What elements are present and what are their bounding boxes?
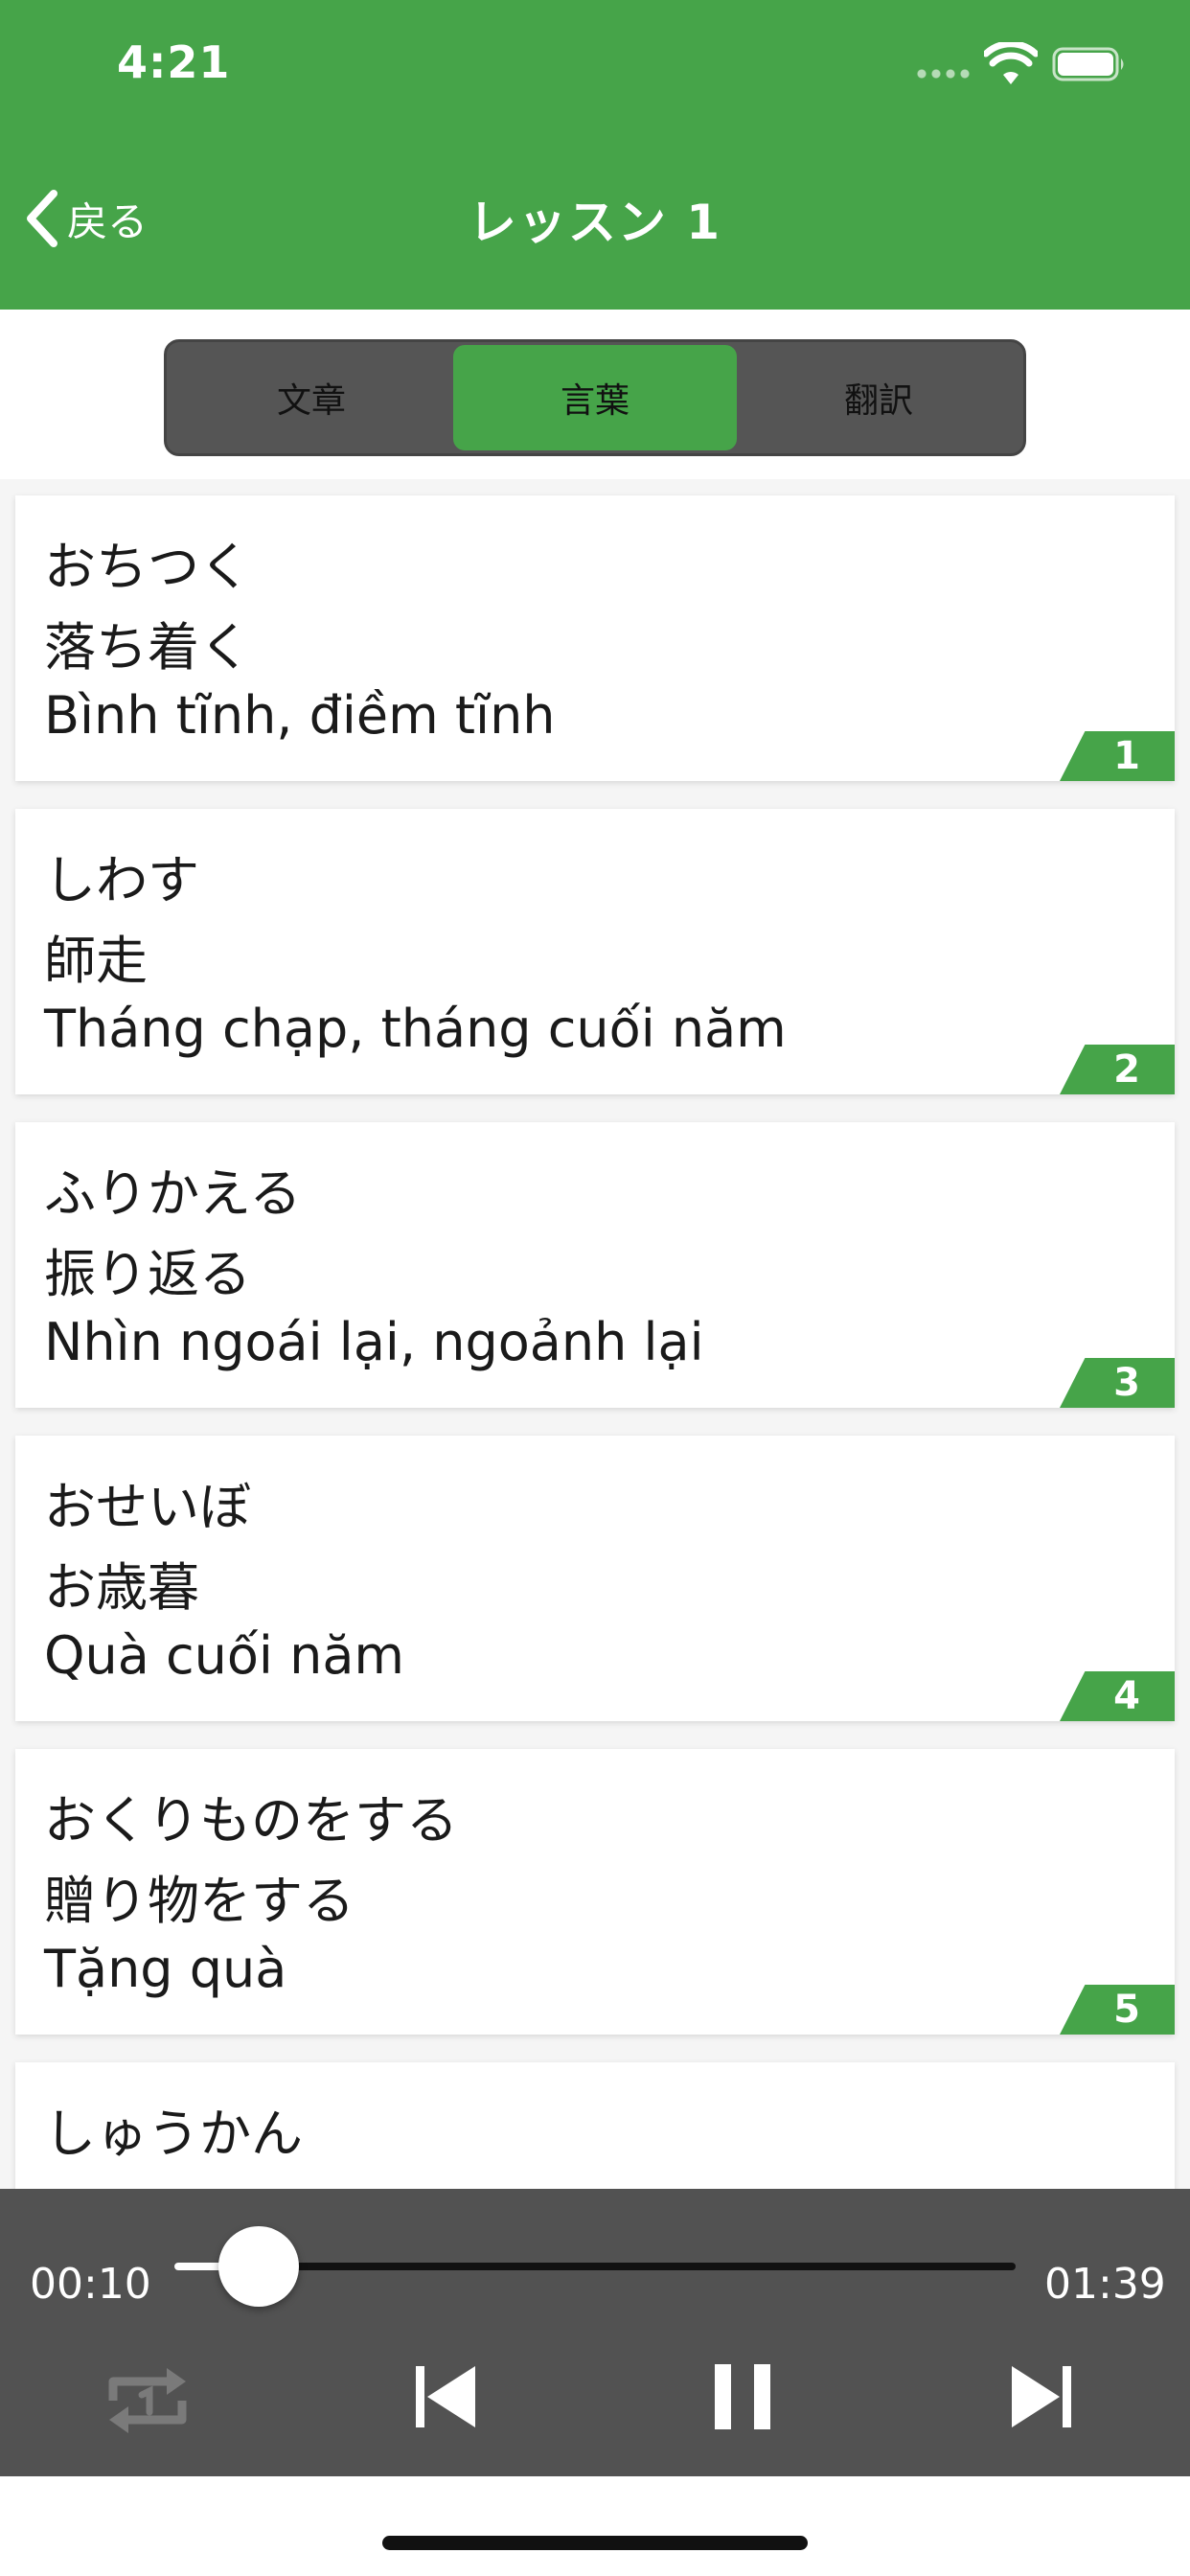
page-title: レッスン 1 xyxy=(468,195,722,250)
vocab-number-badge: 2 xyxy=(1060,1045,1175,1094)
previous-track-button[interactable] xyxy=(412,2357,481,2437)
skip-next-icon xyxy=(1012,2366,1071,2427)
repeat-one-button[interactable] xyxy=(103,2357,192,2445)
vocab-reading: しわす xyxy=(44,850,199,910)
tab-translation[interactable]: 翻訳 xyxy=(737,345,1020,450)
vocab-card[interactable]: しゅうかん xyxy=(15,2062,1175,2189)
vocab-reading: ふりかえる xyxy=(44,1163,302,1224)
segmented-control: 文章 言葉 翻訳 xyxy=(164,339,1026,456)
skip-previous-icon xyxy=(416,2366,475,2427)
vocab-kanji: 振り返る xyxy=(44,1244,251,1304)
audio-player: 00:10 01:39 xyxy=(0,2189,1190,2476)
vocab-card[interactable]: おくりものをする 贈り物をする Tặng quà 5 xyxy=(15,1749,1175,2035)
vocab-reading: しゅうかん xyxy=(44,2104,303,2164)
vocab-kanji: 師走 xyxy=(44,931,148,991)
total-time: 01:39 xyxy=(1044,2260,1166,2309)
app-header: 4:21 戻る レッスン 1 xyxy=(0,0,1190,310)
vocab-meaning: Bình tĩnh, điềm tĩnh xyxy=(44,685,556,746)
status-time: 4:21 xyxy=(117,36,231,88)
vocab-meaning: Tháng chạp, tháng cuối năm xyxy=(44,999,787,1059)
tab-text[interactable]: 文章 xyxy=(170,345,453,450)
pause-button[interactable] xyxy=(711,2357,774,2437)
wifi-icon xyxy=(984,42,1038,84)
vocab-number-badge: 1 xyxy=(1060,731,1175,781)
seek-bar[interactable] xyxy=(174,2226,1016,2307)
vocab-card[interactable]: しわす 師走 Tháng chạp, tháng cuối năm 2 xyxy=(15,809,1175,1094)
vocab-meaning: Quà cuối năm xyxy=(44,1625,405,1686)
current-time: 00:10 xyxy=(30,2260,151,2309)
repeat-one-icon xyxy=(108,2368,187,2433)
vocab-card[interactable]: おせいぼ お歳暮 Quà cuối năm 4 xyxy=(15,1436,1175,1721)
home-indicator[interactable] xyxy=(382,2536,808,2550)
vocab-number-badge: 5 xyxy=(1060,1985,1175,2035)
vocab-meaning: Tặng quà xyxy=(44,1939,287,1999)
next-track-button[interactable] xyxy=(1006,2357,1075,2437)
vocab-reading: おくりものをする xyxy=(44,1790,458,1851)
seek-thumb[interactable] xyxy=(217,2226,299,2307)
vocab-reading: おちつく xyxy=(44,537,251,597)
vocab-kanji: お歳暮 xyxy=(44,1557,199,1618)
tab-vocabulary[interactable]: 言葉 xyxy=(453,345,737,450)
vocab-reading: おせいぼ xyxy=(44,1477,251,1537)
vocabulary-list[interactable]: おちつく 落ち着く Bình tĩnh, điềm tĩnh 1 しわす 師走 … xyxy=(0,479,1190,2189)
vocab-kanji: 贈り物をする xyxy=(44,1871,355,1931)
vocab-meaning: Nhìn ngoái lại, ngoảnh lại xyxy=(44,1312,704,1372)
vocab-card[interactable]: おちつく 落ち着く Bình tĩnh, điềm tĩnh 1 xyxy=(15,495,1175,781)
vocab-number-badge: 4 xyxy=(1060,1671,1175,1721)
vocab-kanji: 落ち着く xyxy=(44,617,251,678)
battery-icon xyxy=(1052,47,1124,81)
cellular-signal-icon xyxy=(917,69,973,79)
pause-icon xyxy=(715,2364,770,2429)
vocab-card[interactable]: ふりかえる 振り返る Nhìn ngoái lại, ngoảnh lại 3 xyxy=(15,1122,1175,1408)
vocab-number-badge: 3 xyxy=(1060,1358,1175,1408)
